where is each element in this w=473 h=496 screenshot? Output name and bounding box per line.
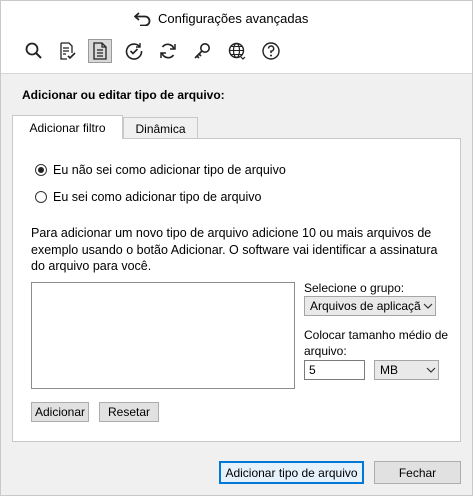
group-label: Selecione o grupo: <box>304 281 405 295</box>
group-select[interactable]: Arquivos de aplicaçã <box>304 296 436 316</box>
globe-icon[interactable] <box>225 39 249 63</box>
size-input[interactable]: 5 <box>304 360 365 380</box>
help-icon[interactable] <box>259 39 283 63</box>
add-button[interactable]: Adicionar <box>31 402 89 422</box>
document-check-icon[interactable] <box>55 39 79 63</box>
toolbar <box>1 35 472 74</box>
unit-select-value: MB <box>380 363 398 377</box>
unit-select[interactable]: MB <box>374 360 439 380</box>
chevron-down-icon <box>424 361 438 379</box>
radio-dont-know[interactable]: Eu não sei como adicionar tipo de arquiv… <box>35 163 286 177</box>
radio-know[interactable]: Eu sei como adicionar tipo de arquivo <box>35 190 261 204</box>
close-button[interactable]: Fechar <box>374 461 461 484</box>
section-title: Adicionar ou editar tipo de arquivo: <box>22 88 225 102</box>
radio-dont-know-label: Eu não sei como adicionar tipo de arquiv… <box>53 163 286 177</box>
window-title: Configurações avançadas <box>158 10 309 26</box>
key-icon[interactable] <box>190 39 214 63</box>
tab-adicionar-filtro[interactable]: Adicionar filtro <box>12 115 123 139</box>
check-circle-icon[interactable] <box>122 39 146 63</box>
group-select-value: Arquivos de aplicaçã <box>310 299 421 313</box>
undo-arrow-icon <box>134 12 151 26</box>
search-icon[interactable] <box>22 39 46 63</box>
refresh-icon[interactable] <box>156 39 180 63</box>
tab-dinamica[interactable]: Dinâmica <box>123 117 198 139</box>
size-label: Colocar tamanho médio de arquivo: <box>304 328 449 358</box>
document-list-icon[interactable] <box>88 39 112 63</box>
radio-know-label: Eu sei como adicionar tipo de arquivo <box>53 190 262 204</box>
tab-panel: Eu não sei como adicionar tipo de arquiv… <box>12 138 461 442</box>
radio-unselected-icon[interactable] <box>35 191 47 203</box>
title-bar: Configurações avançadas <box>1 1 472 35</box>
reset-button[interactable]: Resetar <box>99 402 159 422</box>
add-filetype-button[interactable]: Adicionar tipo de arquivo <box>219 461 364 484</box>
sample-files-list[interactable] <box>31 282 295 389</box>
radio-selected-icon[interactable] <box>35 164 47 176</box>
settings-window: Configurações avançadas Adicionar ou edi… <box>0 0 473 496</box>
instructions-text: Para adicionar um novo tipo de arquivo a… <box>31 226 438 273</box>
chevron-down-icon <box>421 297 435 315</box>
